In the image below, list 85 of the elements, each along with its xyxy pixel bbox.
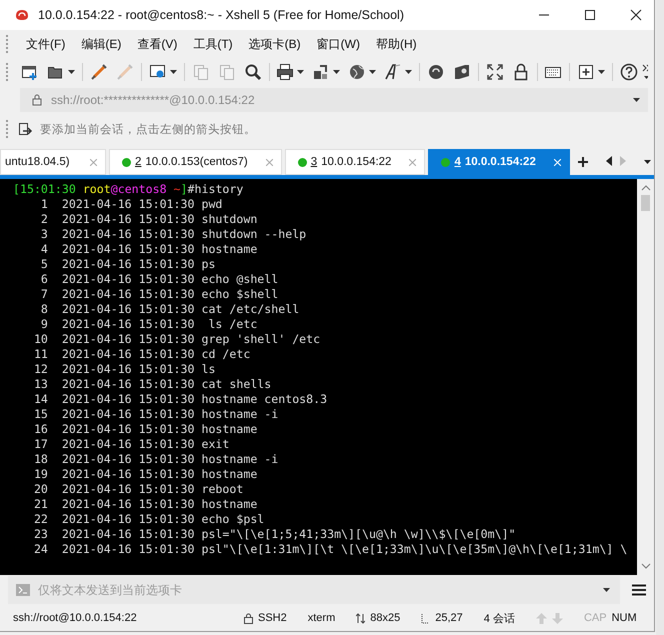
menu-item[interactable]: 帮助(H) (368, 36, 425, 52)
hint-text: 要添加当前会话，点击左侧的箭头按钮。 (40, 122, 256, 136)
menu-item[interactable]: 文件(F) (18, 36, 74, 52)
arrow-icon[interactable] (18, 121, 34, 137)
help-icon[interactable] (620, 63, 638, 81)
new-window-icon[interactable] (21, 63, 40, 81)
resize-icon (356, 612, 366, 624)
history-line: 4 2021-04-16 15:01:30 hostname (40, 242, 258, 257)
status-dot (122, 158, 131, 166)
close-icon[interactable] (630, 9, 642, 21)
history-line: 10 2021-04-16 15:01:30 grep 'shell' /etc (32, 332, 322, 347)
history-line: 11 2021-04-16 15:01:30 cd /etc (32, 347, 252, 362)
caret-icon[interactable] (68, 70, 76, 74)
shell-icon[interactable] (426, 63, 445, 81)
send-field[interactable]: 仅将文本发送到当前选项卡 (8, 576, 620, 604)
menu-item[interactable]: 窗口(W) (308, 36, 368, 52)
history-line: 24 2021-04-16 15:01:30 psl"\[\e[1:31m\][\t \[\e[1;33m\]\u\[\e[35m\]@\h\[\e[1;31m\] \ (32, 542, 628, 557)
printer-icon[interactable] (276, 63, 294, 81)
history-line: 13 2021-04-16 15:01:30 cat shells (32, 377, 272, 392)
window-title: 10.0.0.154:22 - root@centos8:~ - Xshell 5 (Free for Home/School) (38, 8, 404, 22)
session-tab[interactable]: 2 10.0.0.153(centos7) (109, 149, 282, 175)
caret-icon[interactable] (297, 70, 304, 74)
history-line: 9 2021-04-16 15:01:30 ls /etc (40, 317, 258, 332)
status-protocol: SSH2 (258, 612, 287, 624)
app-logo-icon (14, 8, 30, 22)
status-cursor: 25,27 (435, 612, 463, 624)
cursor-position-icon (421, 612, 430, 624)
caret-icon[interactable] (405, 70, 412, 74)
num-lock-indicator: NUM (612, 612, 637, 624)
fullscreen-icon[interactable] (486, 63, 504, 81)
history-line: 7 2021-04-16 15:01:30 echo $shell (40, 287, 280, 302)
history-line: 8 2021-04-16 15:01:30 cat /etc/shell (40, 302, 300, 317)
menu-item[interactable]: 选项卡(B) (240, 36, 309, 52)
font-icon[interactable] (384, 63, 402, 81)
menu-icon[interactable] (632, 584, 646, 596)
history-line: 15 2021-04-16 15:01:30 hostname -i (32, 407, 280, 422)
session-tab[interactable]: untu18.04.5) (0, 149, 106, 175)
status-terminal-type: xterm (308, 612, 336, 624)
globe-icon[interactable] (348, 63, 366, 81)
history-line: 12 2021-04-16 15:01:30 ls (32, 362, 216, 377)
session-tab[interactable]: 3 10.0.0.154:22 (284, 149, 426, 175)
scroll-down-icon[interactable] (640, 563, 650, 569)
history-line: 22 2021-04-16 15:01:30 echo $psl (32, 512, 266, 527)
status-address: ssh://root@10.0.0.154:22 (13, 612, 138, 624)
more-icon[interactable] (642, 64, 648, 80)
scrollbar-thumb[interactable] (641, 195, 650, 211)
history-line: 17 2021-04-16 15:01:30 exit (32, 437, 230, 452)
history-line: 5 2021-04-16 15:01:30 ps (40, 257, 216, 272)
session-tab[interactable]: 4 10.0.0.154:22 (428, 149, 570, 175)
history-line: 3 2021-04-16 15:01:30 shutdown --help (40, 227, 308, 242)
status-sessions: 4 会话 (484, 612, 515, 626)
prompt-line: [15:01:30 root@centos8 ~]#history (13, 182, 244, 197)
maximize-icon[interactable] (584, 9, 596, 21)
dropdown-icon[interactable] (633, 98, 640, 102)
new-tab-icon[interactable] (577, 63, 596, 81)
caret-icon[interactable] (598, 70, 606, 74)
caret-icon[interactable] (333, 70, 340, 74)
status-dot (441, 158, 450, 166)
lock-icon (244, 612, 253, 624)
status-size: 88x25 (370, 612, 400, 624)
menu-item[interactable]: 查看(V) (129, 36, 186, 52)
search-icon[interactable] (244, 63, 262, 81)
history-line: 19 2021-04-16 15:01:30 hostname (32, 467, 258, 482)
history-line: 21 2021-04-16 15:01:30 hostname (32, 497, 258, 512)
caps-lock-indicator: CAP (584, 612, 607, 624)
caret-icon[interactable] (170, 70, 177, 74)
history-line: 1 2021-04-16 15:01:30 pwd (40, 197, 224, 212)
tab-list-icon[interactable] (644, 160, 651, 164)
caret-icon[interactable] (369, 70, 376, 74)
history-line: 16 2021-04-16 15:01:30 hostname (32, 422, 258, 437)
history-line: 23 2021-04-16 15:01:30 psl="\[\e[1;5;41;33m\][\u@\h \w]\\$\[\e[0m\]" (32, 527, 517, 542)
history-line: 20 2021-04-16 15:01:30 reboot (32, 482, 244, 497)
history-line: 6 2021-04-16 15:01:30 echo @shell (40, 272, 280, 287)
menu-item[interactable]: 工具(T) (185, 36, 241, 52)
menu-item[interactable]: 编辑(E) (73, 36, 130, 52)
scroll-up-icon[interactable] (640, 185, 650, 191)
add-tab-icon[interactable] (578, 157, 588, 167)
history-line: 14 2021-04-16 15:01:30 hostname centos8.3 (32, 392, 328, 407)
dropdown-icon[interactable] (603, 588, 610, 592)
status-dot (298, 158, 307, 166)
scroll-left-icon[interactable] (606, 156, 612, 166)
history-line: 18 2021-04-16 15:01:30 hostname -i (32, 452, 280, 467)
history-line: 2 2021-04-16 15:01:30 shutdown (40, 212, 258, 227)
terminal-icon (16, 584, 30, 596)
lock-icon (32, 94, 42, 106)
